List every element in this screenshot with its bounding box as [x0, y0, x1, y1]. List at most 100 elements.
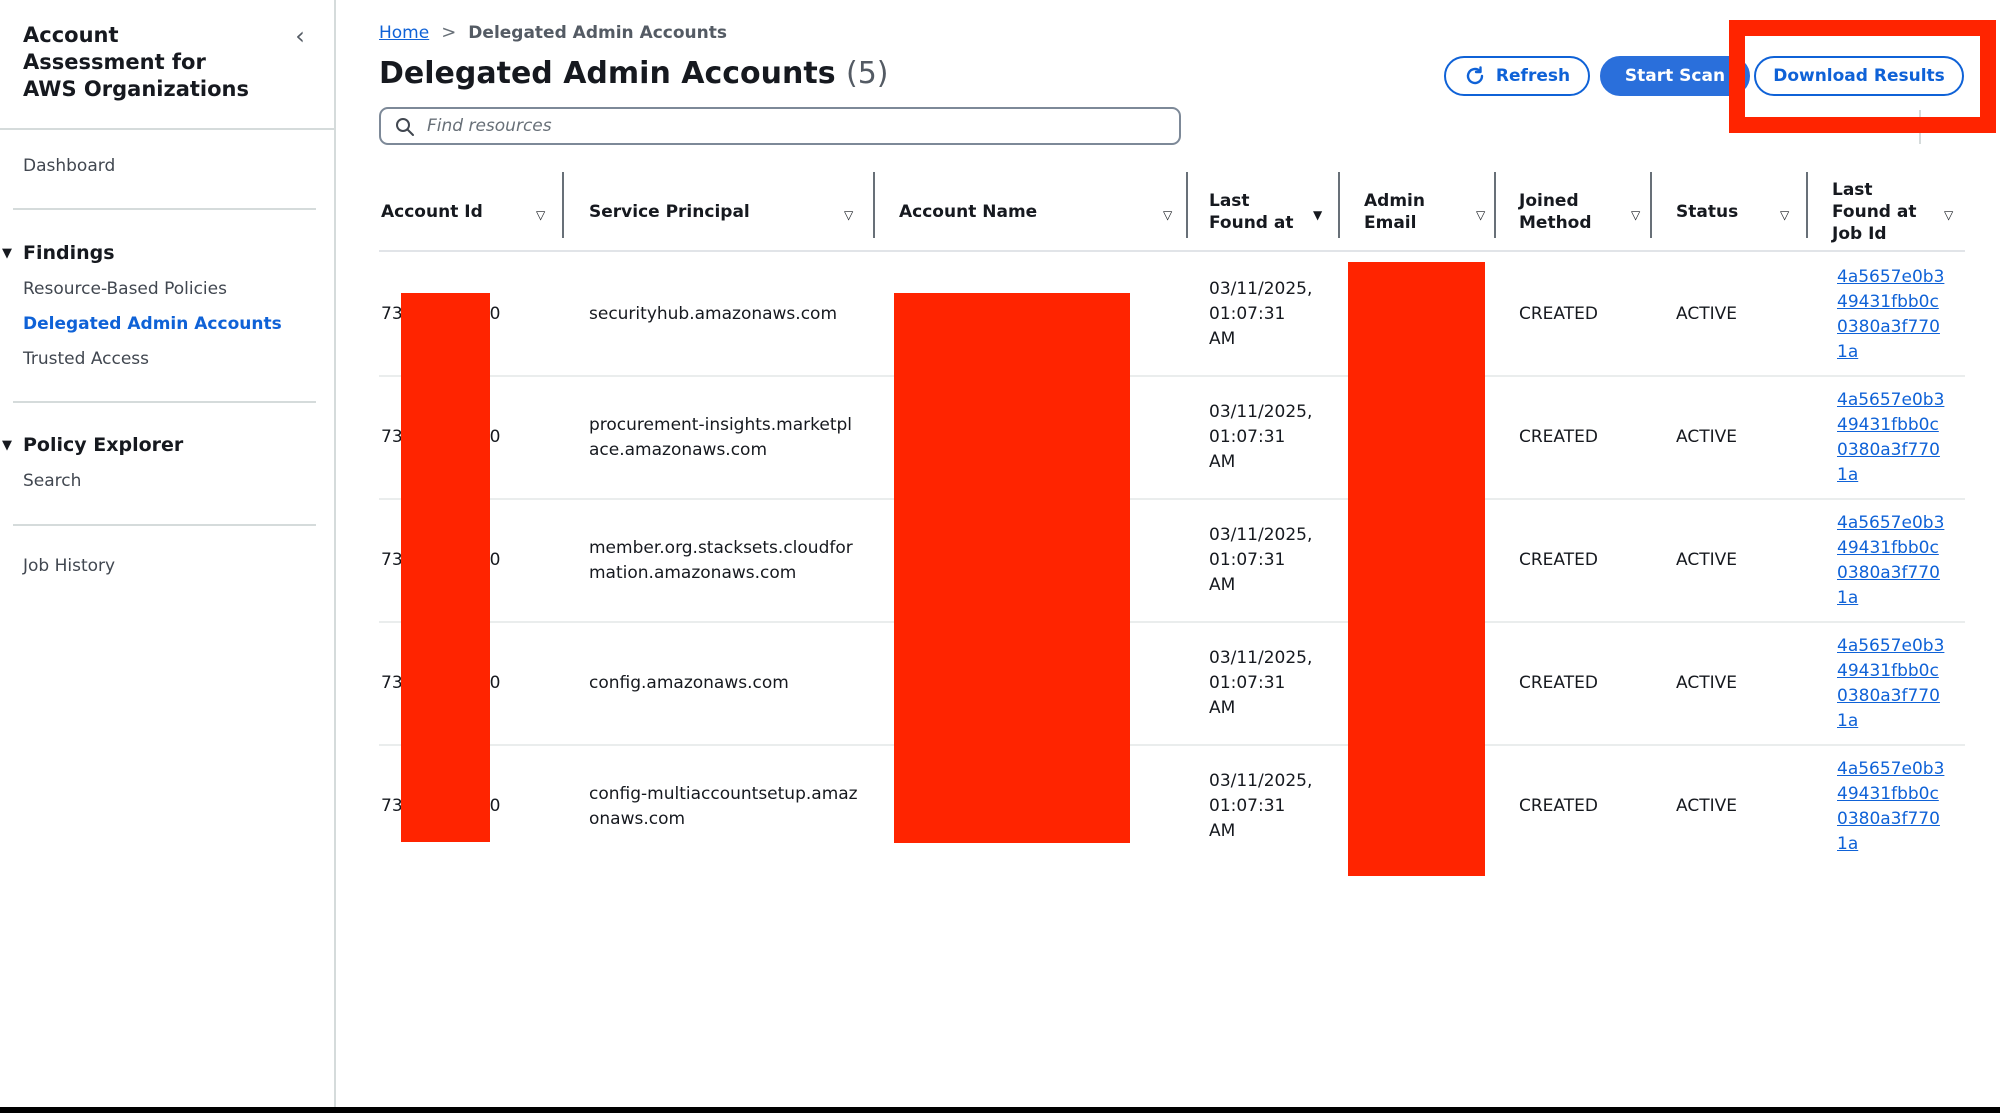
cell-status: ACTIVE	[1676, 254, 1806, 375]
sidebar-section-label: Findings	[23, 242, 115, 264]
sort-icon[interactable]: ▽	[1631, 204, 1640, 226]
cell-joined-method: CREATED	[1519, 254, 1649, 375]
service-principal-text: procurement-insights.marketplace.amazona…	[589, 414, 853, 460]
sidebar-section-policy-explorer[interactable]: ▼ Policy Explorer	[0, 434, 183, 456]
sidebar-section-findings[interactable]: ▼ Findings	[0, 242, 115, 264]
chevron-left-icon[interactable]: ‹	[288, 22, 312, 50]
column-header-joined-method[interactable]: Joined Method ▽	[1519, 172, 1649, 252]
refresh-label: Refresh	[1495, 66, 1571, 86]
column-label: Status	[1676, 202, 1739, 222]
job-id-link[interactable]: 4a5657e0b349431fbb0c0380a3f7701a	[1837, 511, 1947, 611]
sidebar-item-delegated-admin-accounts[interactable]: Delegated Admin Accounts	[23, 314, 282, 334]
breadcrumb-current: Delegated Admin Accounts	[468, 23, 728, 43]
account-id-suffix: 0	[489, 796, 501, 816]
column-resizer[interactable]	[873, 172, 875, 238]
cell-service-principal: member.org.stacksets.cloudformation.amaz…	[589, 500, 861, 621]
column-header-status[interactable]: Status ▽	[1676, 172, 1806, 252]
sidebar: Account Assessment for AWS Organizations…	[0, 0, 336, 1107]
table-row: 73 0 config.amazonaws.com 03/11/2025, 01:07…	[379, 623, 1965, 746]
cell-status: ACTIVE	[1676, 500, 1806, 621]
cell-job-id: 4a5657e0b349431fbb0c0380a3f7701a	[1837, 623, 1947, 744]
redaction-account-name	[894, 293, 1130, 843]
search-input[interactable]	[427, 112, 1167, 140]
sidebar-item-dashboard[interactable]: Dashboard	[23, 156, 115, 176]
sidebar-item-trusted-access[interactable]: Trusted Access	[23, 349, 149, 369]
joined-method-text: CREATED	[1519, 673, 1598, 693]
refresh-button[interactable]: Refresh	[1444, 56, 1590, 96]
cell-service-principal: config.amazonaws.com	[589, 623, 861, 744]
sidebar-header: Account Assessment for AWS Organizations…	[0, 0, 334, 130]
status-text: ACTIVE	[1676, 427, 1737, 447]
account-id-prefix: 73	[381, 673, 403, 693]
start-scan-button[interactable]: Start Scan	[1600, 56, 1750, 96]
column-resizer[interactable]	[1186, 172, 1188, 238]
column-header-last-found-at[interactable]: Last Found at ▼	[1209, 172, 1339, 252]
breadcrumb-home-link[interactable]: Home	[379, 23, 429, 43]
cell-job-id: 4a5657e0b349431fbb0c0380a3f7701a	[1837, 377, 1947, 498]
page-title: Delegated Admin Accounts (5)	[379, 56, 889, 91]
download-results-button[interactable]: Download Results	[1754, 56, 1964, 96]
account-id-suffix: 0	[489, 427, 501, 447]
job-id-link[interactable]: 4a5657e0b349431fbb0c0380a3f7701a	[1837, 757, 1947, 857]
cell-joined-method: CREATED	[1519, 377, 1649, 498]
column-header-account-name[interactable]: Account Name ▽	[899, 172, 1189, 252]
cell-job-id: 4a5657e0b349431fbb0c0380a3f7701a	[1837, 746, 1947, 867]
caret-down-icon: ▼	[2, 246, 12, 261]
job-id-link[interactable]: 4a5657e0b349431fbb0c0380a3f7701a	[1837, 265, 1947, 365]
sort-icon[interactable]: ▽	[536, 204, 545, 226]
cell-last-found-at: 03/11/2025, 01:07:31 AM	[1209, 377, 1313, 498]
column-resizer[interactable]	[562, 172, 564, 238]
sort-icon[interactable]: ▽	[844, 204, 853, 226]
caret-down-icon: ▼	[2, 438, 12, 453]
column-label: Joined Method	[1519, 191, 1592, 233]
column-header-admin-email[interactable]: Admin Email ▽	[1364, 172, 1494, 252]
column-header-job-id[interactable]: Last Found at Job Id ▽	[1832, 172, 1962, 252]
sidebar-divider	[13, 524, 316, 526]
sort-icon[interactable]: ▽	[1780, 204, 1789, 226]
service-principal-text: member.org.stacksets.cloudformation.amaz…	[589, 537, 853, 583]
cell-last-found-at: 03/11/2025, 01:07:31 AM	[1209, 623, 1312, 744]
sort-icon[interactable]: ▽	[1944, 204, 1953, 226]
table-header: Account Id ▽ Service Principal ▽ Account…	[379, 172, 1965, 252]
cell-status: ACTIVE	[1676, 623, 1806, 744]
joined-method-text: CREATED	[1519, 304, 1598, 324]
cell-status: ACTIVE	[1676, 377, 1806, 498]
column-resizer[interactable]	[1494, 172, 1496, 238]
service-principal-text: config-multiaccountsetup.amazonaws.com	[589, 783, 858, 829]
status-text: ACTIVE	[1676, 673, 1737, 693]
sidebar-item-resource-based-policies[interactable]: Resource-Based Policies	[23, 279, 227, 299]
column-label: Last Found at	[1209, 191, 1294, 233]
account-id-prefix: 73	[381, 304, 403, 324]
cell-service-principal: procurement-insights.marketplace.amazona…	[589, 377, 861, 498]
job-id-link[interactable]: 4a5657e0b349431fbb0c0380a3f7701a	[1837, 634, 1947, 734]
cell-joined-method: CREATED	[1519, 623, 1649, 744]
sort-descending-icon[interactable]: ▼	[1313, 204, 1322, 226]
column-resizer[interactable]	[1338, 172, 1340, 238]
status-text: ACTIVE	[1676, 304, 1737, 324]
service-principal-text: config.amazonaws.com	[589, 673, 789, 693]
cell-job-id: 4a5657e0b349431fbb0c0380a3f7701a	[1837, 254, 1947, 375]
joined-method-text: CREATED	[1519, 427, 1598, 447]
column-header-service-principal[interactable]: Service Principal ▽	[589, 172, 869, 252]
sidebar-item-job-history[interactable]: Job History	[23, 556, 115, 576]
cell-status: ACTIVE	[1676, 746, 1806, 867]
sidebar-item-search[interactable]: Search	[23, 471, 81, 491]
search-icon	[396, 118, 414, 136]
account-id-suffix: 0	[489, 550, 501, 570]
search-field	[379, 107, 1181, 145]
sidebar-divider	[13, 208, 316, 210]
redaction-admin-email	[1348, 262, 1485, 876]
last-found-at-text: 03/11/2025, 01:07:31 AM	[1209, 402, 1313, 472]
cell-joined-method: CREATED	[1519, 746, 1649, 867]
job-id-link[interactable]: 4a5657e0b349431fbb0c0380a3f7701a	[1837, 388, 1947, 488]
page-title-text: Delegated Admin Accounts	[379, 56, 836, 91]
window-bottom-edge	[0, 1107, 2000, 1113]
cell-last-found-at: 03/11/2025, 01:07:31 AM	[1209, 500, 1312, 621]
column-header-account-id[interactable]: Account Id ▽	[381, 172, 561, 252]
column-resizer[interactable]	[1650, 172, 1652, 238]
last-found-at-text: 03/11/2025, 01:07:31 AM	[1209, 279, 1313, 349]
column-resizer[interactable]	[1806, 172, 1808, 238]
sort-icon[interactable]: ▽	[1163, 204, 1172, 226]
sort-icon[interactable]: ▽	[1476, 204, 1485, 226]
item-count: (5)	[846, 56, 889, 91]
